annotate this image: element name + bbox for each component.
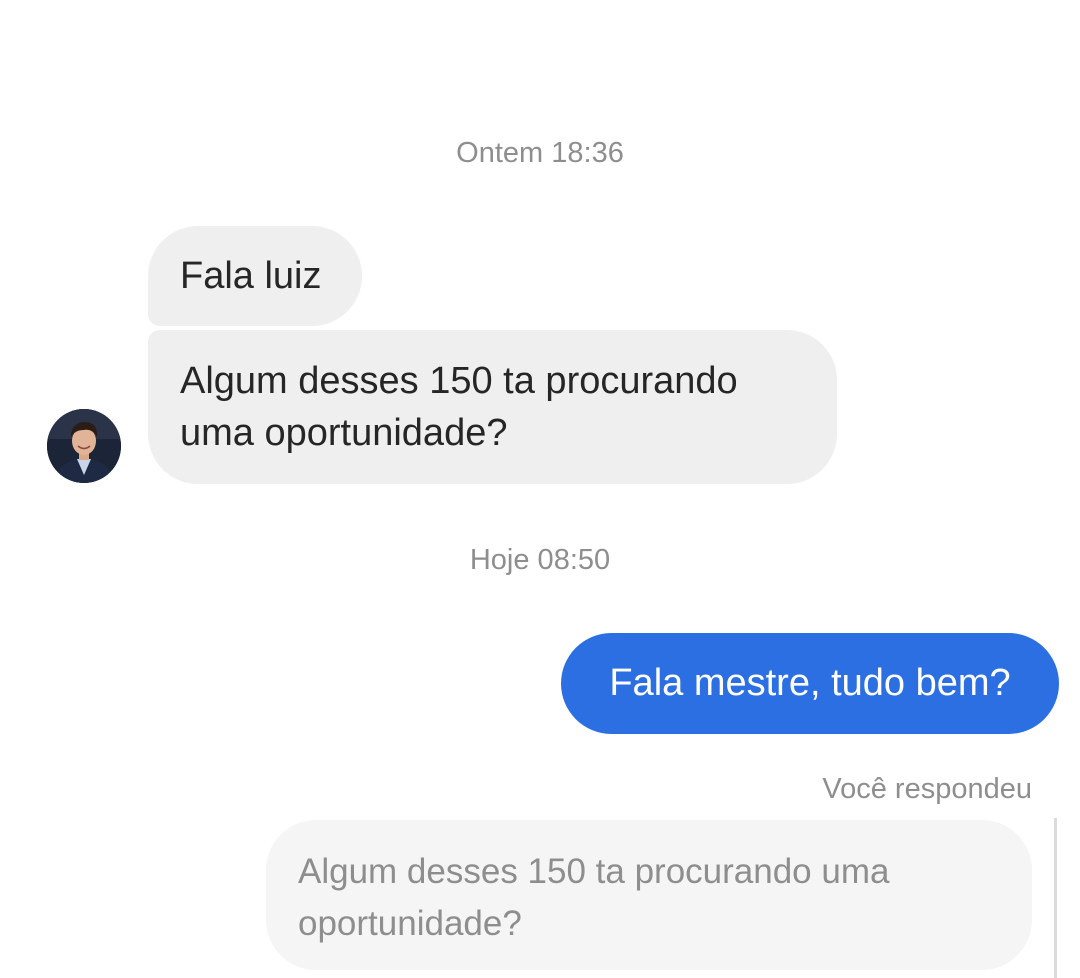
timestamp-today: Hoje 08:50 bbox=[469, 544, 611, 576]
incoming-message-1[interactable]: Fala luiz bbox=[148, 226, 362, 326]
contact-avatar[interactable] bbox=[47, 409, 121, 483]
quote-indicator-bar bbox=[1054, 818, 1057, 978]
incoming-message-2[interactable]: Algum desses 150 ta procurando uma oport… bbox=[148, 330, 837, 484]
replied-label: Você respondeu bbox=[822, 773, 1032, 805]
quoted-reply-bubble[interactable]: Algum desses 150 ta procurando uma oport… bbox=[266, 820, 1032, 970]
avatar-image bbox=[47, 409, 121, 483]
outgoing-message[interactable]: Fala mestre, tudo bem? bbox=[561, 633, 1059, 734]
timestamp-yesterday: Ontem 18:36 bbox=[456, 137, 624, 169]
